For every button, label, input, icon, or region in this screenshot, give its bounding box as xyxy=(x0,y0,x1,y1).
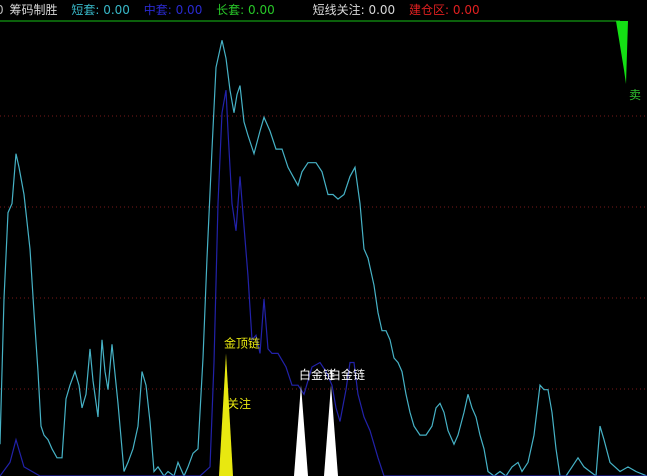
peak-mark-2 xyxy=(324,385,338,476)
chart-plot: 金顶链白金链白金链关注卖 xyxy=(0,20,647,476)
peak-mark-1 xyxy=(294,385,308,476)
series-line-1 xyxy=(0,89,647,476)
peak-label-0: 金顶链 xyxy=(224,335,260,350)
peak-mark-0 xyxy=(219,353,233,476)
sell-bar xyxy=(616,21,628,84)
annotation-0: 关注 xyxy=(227,396,251,411)
series-line-0 xyxy=(0,40,647,476)
peak-label-2: 白金链 xyxy=(329,367,365,382)
annotation-1: 卖 xyxy=(629,88,641,102)
